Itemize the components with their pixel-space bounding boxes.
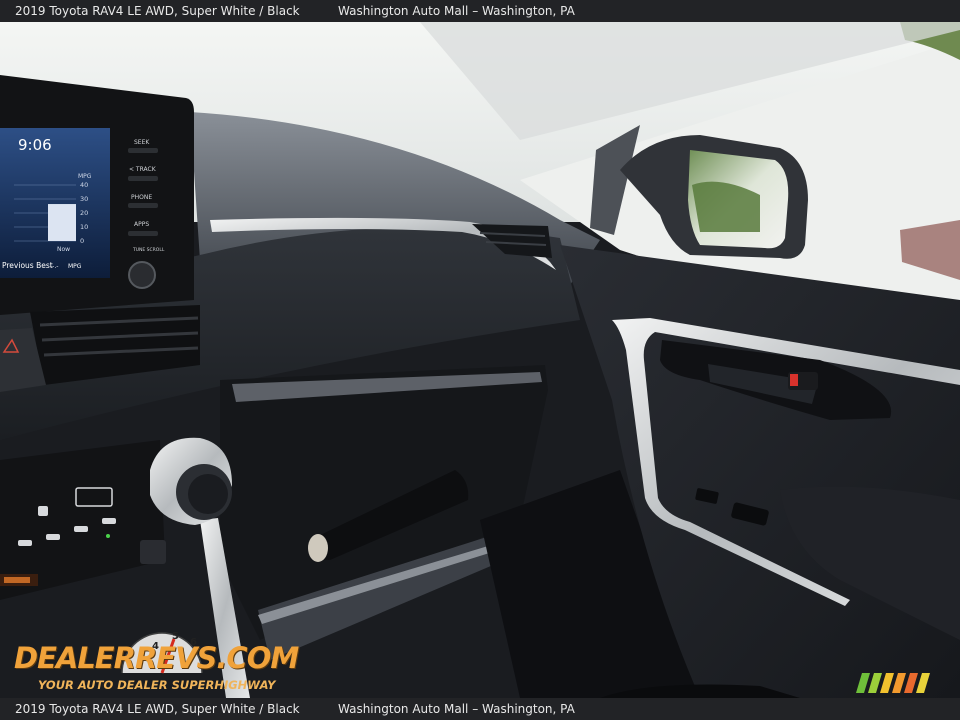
watermark-brand: DEALERREVS.COM bbox=[14, 641, 299, 675]
mpg-unit: MPG bbox=[78, 173, 92, 180]
scale-40: 40 bbox=[80, 181, 88, 189]
scale-10: 10 bbox=[80, 223, 88, 231]
scale-0: 0 bbox=[80, 237, 84, 245]
climate-display-readout bbox=[4, 577, 30, 583]
mpg-now-bar bbox=[48, 204, 76, 241]
infotainment-screen bbox=[0, 128, 110, 278]
tune-knob[interactable] bbox=[128, 261, 156, 289]
vehicle-caption-bottom: 2019 Toyota RAV4 LE AWD, Super White / B… bbox=[15, 702, 300, 716]
previous-best-label: Previous Best bbox=[2, 261, 53, 270]
photo-frame: 2019 Toyota RAV4 LE AWD, Super White / B… bbox=[0, 0, 960, 720]
previous-best-unit: MPG bbox=[68, 263, 82, 270]
seek-button[interactable]: SEEK bbox=[134, 139, 150, 146]
lock-indicator bbox=[790, 374, 798, 386]
ac-indicator bbox=[106, 534, 110, 538]
now-label: Now bbox=[57, 246, 70, 253]
caption-bar-top: 2019 Toyota RAV4 LE AWD, Super White / B… bbox=[0, 0, 960, 22]
caption-bar-bottom: 2019 Toyota RAV4 LE AWD, Super White / B… bbox=[0, 698, 960, 720]
phone-button[interactable]: PHONE bbox=[131, 194, 152, 201]
scale-30: 30 bbox=[80, 195, 88, 203]
watermark-tagline: YOUR AUTO DEALER SUPERHIGHWAY bbox=[38, 678, 276, 692]
track-button[interactable]: < TRACK bbox=[129, 166, 157, 173]
dealer-caption-bottom: Washington Auto Mall – Washington, PA bbox=[338, 702, 575, 716]
dealer-caption: Washington Auto Mall – Washington, PA bbox=[338, 4, 575, 18]
clock: 9:06 bbox=[18, 136, 52, 154]
stripes-logo bbox=[856, 673, 930, 693]
dashboard-photo: 9:06 MPG 40 30 20 10 0 Now Previous Best… bbox=[0, 22, 960, 698]
tune-scroll-label: TUNE SCROLL bbox=[132, 247, 165, 253]
scale-20: 20 bbox=[80, 209, 88, 217]
previous-best-value: --.- bbox=[50, 263, 58, 270]
vehicle-caption: 2019 Toyota RAV4 LE AWD, Super White / B… bbox=[15, 4, 300, 18]
apps-button[interactable]: APPS bbox=[134, 221, 149, 228]
drive-mode-button[interactable] bbox=[140, 540, 166, 564]
